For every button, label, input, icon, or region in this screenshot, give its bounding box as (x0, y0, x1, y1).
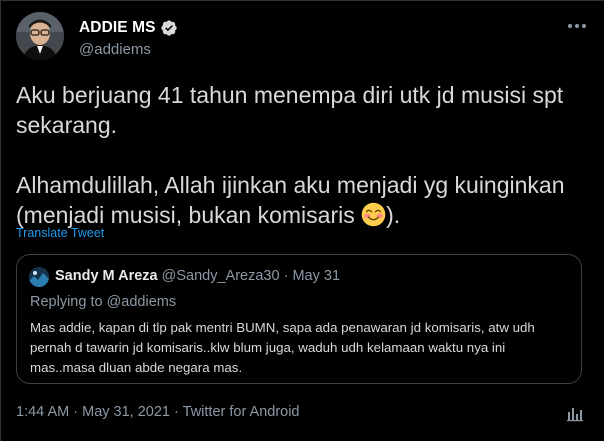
footer-separator: · (73, 404, 79, 420)
quoted-author-avatar (29, 267, 49, 287)
tweet-line: ). (386, 202, 401, 228)
tweet-text: Aku berjuang 41 tahun menempa diri utk j… (16, 80, 588, 230)
more-options-icon[interactable] (566, 18, 588, 34)
tweet-header: ADDIE MS @addiems (16, 12, 588, 64)
tweet-line: sekarang. (16, 112, 118, 138)
replying-to-label: Replying to @addiems (30, 294, 176, 310)
translate-tweet-link[interactable]: Translate Tweet (16, 226, 104, 240)
footer-separator: · (174, 404, 179, 420)
quoted-author-name: Sandy M Areza (55, 268, 158, 284)
author-handle[interactable]: @addiems (79, 41, 151, 58)
tweet-time[interactable]: 1:44 AM (16, 404, 69, 420)
author-name[interactable]: ADDIE MS (79, 19, 156, 37)
tweet-source-link[interactable]: Twitter for Android (183, 404, 300, 420)
tweet-line: Alhamdulillah, Allah ijinkan aku menjadi… (16, 172, 565, 198)
smiling-face-emoji-icon (361, 202, 386, 227)
quoted-author-handle: @Sandy_Areza30 (161, 268, 280, 284)
quoted-separator: · (283, 268, 289, 284)
quoted-tweet[interactable]: Sandy M Areza @Sandy_Areza30 · May 31 Re… (16, 254, 582, 384)
verified-badge-icon (160, 19, 178, 37)
tweet-date[interactable]: May 31, 2021 (82, 404, 170, 420)
author-avatar[interactable] (16, 12, 64, 60)
tweet-line: (menjadi musisi, bukan komisaris (16, 202, 362, 228)
left-divider (0, 0, 1, 441)
replying-to-handle-link[interactable]: @addiems (107, 294, 177, 310)
replying-prefix: Replying to (30, 294, 107, 310)
analytics-icon[interactable] (566, 404, 584, 422)
top-divider (0, 0, 604, 1)
quoted-date: May 31 (292, 268, 341, 284)
tweet-timestamp: 1:44 AM · May 31, 2021 · Twitter for And… (16, 404, 300, 420)
tweet-line: Aku berjuang 41 tahun menempa diri utk j… (16, 82, 564, 108)
quoted-tweet-text: Mas addie, kapan di tlp pak mentri BUMN,… (30, 320, 535, 375)
